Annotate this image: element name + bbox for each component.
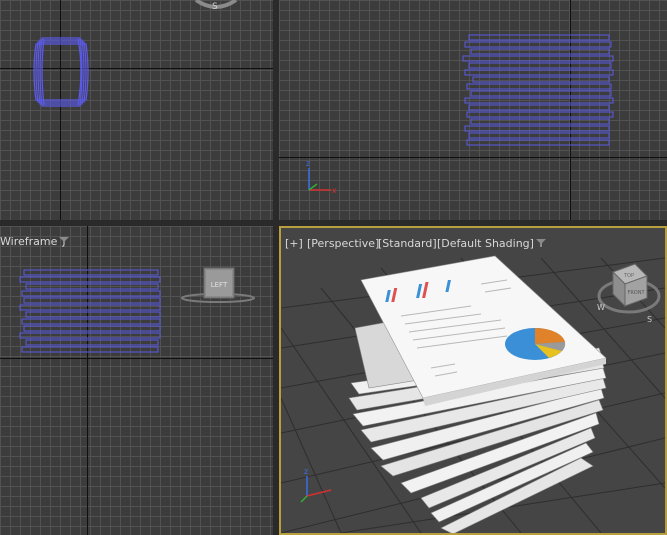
viewcube-left[interactable]: LEFT (0, 226, 273, 535)
axis-tripod-front: z x (306, 159, 337, 195)
axis-tripod-perspective: z (300, 467, 332, 503)
compass-s-label: S (212, 2, 218, 12)
viewcube-left-face: LEFT (211, 281, 228, 289)
viewcube-compass-top[interactable]: S (0, 0, 273, 220)
axis-z-label: z (304, 467, 308, 476)
viewport-top[interactable]: S (0, 0, 273, 220)
viewport-front[interactable]: z x (279, 0, 667, 220)
axis-x-label: x (332, 186, 337, 195)
axis-z-label: z (306, 159, 310, 168)
viewport-left[interactable]: Wireframe ] LEFT (0, 226, 273, 535)
viewport-perspective[interactable]: [+] [Perspective] [Standard] [Default Sh… (279, 226, 667, 535)
